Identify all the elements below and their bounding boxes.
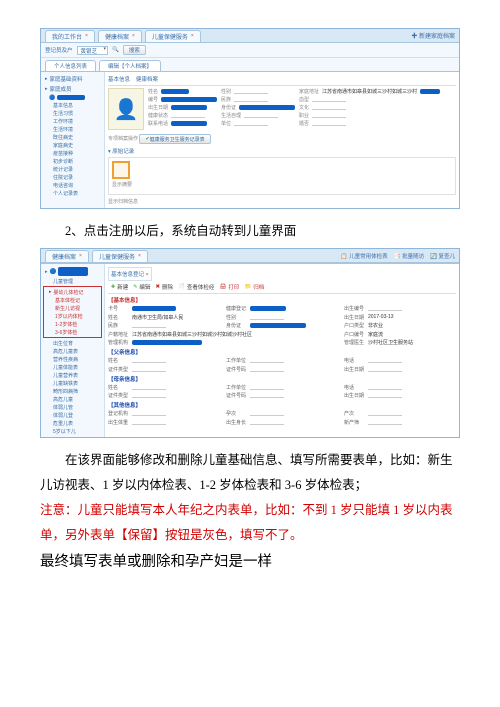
window-tabbar-2: 健康档案× 儿童保健服务× 📋 儿童常用体检表 📑 批量随访 🔄 复查儿	[41, 249, 459, 263]
orig-records-title[interactable]: ▾ 原始记录	[108, 147, 456, 155]
new-family-archive-link[interactable]: ✚ 新建家庭档案	[411, 31, 455, 40]
side-item[interactable]: 基本信息	[43, 101, 102, 109]
search-icon: 🔍	[112, 47, 119, 53]
side-item[interactable]: 家庭病史	[43, 141, 102, 149]
sec-mother: 【母亲信息】	[108, 375, 456, 383]
filter-label: 登记员及户	[45, 46, 73, 54]
tab-health-archive[interactable]: 健康档案×	[98, 30, 142, 42]
tb-archive[interactable]: 📁归档	[244, 283, 264, 291]
red-highlight-box: ▸ 婴幼儿体检记 基本体检记 新生儿访视 1岁以内体检 1-2岁体检 3-6岁体…	[43, 286, 102, 338]
side-item-red[interactable]: 1-2岁体检	[45, 320, 100, 328]
tb-new[interactable]: ✚新建	[111, 283, 128, 291]
side-item[interactable]: 高危儿童表	[43, 347, 102, 355]
tab-child-care-2[interactable]: 儿童保健服务×	[92, 250, 148, 262]
side-item[interactable]: 统计记录	[43, 165, 102, 173]
tb-edit[interactable]: ✎编辑	[133, 283, 150, 291]
side-item[interactable]: 5岁以下儿	[43, 427, 102, 435]
side-item-red[interactable]: 新生儿访视	[45, 304, 100, 312]
content-area-2: 基本信息登记 × ✚新建 ✎编辑 ✖删除 📄查看体检经 🖨打印 📁归档 【基本信…	[105, 264, 459, 437]
side-item[interactable]: 既往病史	[43, 133, 102, 141]
filter-bar: 登记员及户 黄银芝 🔍 搜索	[41, 43, 459, 58]
side-item[interactable]: 出生位育	[43, 339, 102, 347]
para-1: 在该界面能够修改和删除儿童基础信息、填写所需要表单，比如：新生儿访视表、1 岁以…	[40, 448, 460, 498]
side-item[interactable]: 生活习惯	[43, 109, 102, 117]
warning-text: 注意：儿童只能填写本人年纪之内表单，比如：不到 1 岁只能填 1 岁以内表单，另…	[40, 498, 460, 548]
side-item[interactable]: 畸形四病筛	[43, 387, 102, 395]
side-item[interactable]: 电话咨询	[43, 181, 102, 189]
screenshot-2: 健康档案× 儿童保健服务× 📋 儿童常用体检表 📑 批量随访 🔄 复查儿 🔵 儿…	[40, 248, 460, 438]
tb-delete[interactable]: ✖删除	[155, 283, 173, 291]
summary-label: 显示摘要	[112, 181, 452, 188]
tab-health-archive-2[interactable]: 健康档案×	[45, 250, 89, 262]
form-toolbar: ✚新建 ✎编辑 ✖删除 📄查看体检经 🖨打印 📁归档	[108, 281, 456, 294]
step-2-text: 2、点击注册以后，系统自动转到儿童界面	[40, 219, 460, 244]
side-item-red[interactable]: 基本体检记	[45, 296, 100, 304]
side-item[interactable]: 危重儿表	[43, 419, 102, 427]
avatar-icon	[108, 88, 144, 130]
tab-person-list[interactable]: 个人信息列表	[45, 60, 96, 71]
basic-grid: 卡号 健康登记 出生编号 姓名南通市卫生局/如皋人民 性别 出生日期2017-0…	[108, 305, 456, 346]
oper-row: 专项档案操作 ✔ 健康服务卫生服务记录表	[108, 134, 456, 144]
side-item-red[interactable]: 3-6岁体检	[45, 328, 100, 336]
content-area-1: 基本信息 健康档案 姓名 编号 出生日期 健康状态 联系电话 性别 民族 身份证…	[105, 72, 459, 208]
tab-workbench[interactable]: 我的工作台×	[45, 30, 95, 42]
side-item[interactable]: 儿童体能表	[43, 363, 102, 371]
side-item[interactable]: 体弱儿管	[43, 403, 102, 411]
action-recheck[interactable]: 🔄 复查儿	[430, 252, 455, 260]
right-actions: 📋 儿童常用体检表 📑 批量随访 🔄 复查儿	[341, 252, 455, 260]
screenshot-1: 我的工作台× 健康档案× 儿童保健服务× ✚ 新建家庭档案 登记员及户 黄银芝 …	[40, 28, 460, 209]
archive-info-label: 显示归档信息	[108, 198, 456, 205]
side-child-mgmt[interactable]: 儿童管理	[43, 277, 102, 285]
side-item[interactable]: 营养性疾病	[43, 355, 102, 363]
side-member-name[interactable]: 🔵	[43, 94, 102, 101]
mother-grid: 姓名 工作单位 电话 证件类型 证件号码 出生日期	[108, 384, 456, 400]
tab-edit-person[interactable]: 编辑【个人档案】	[99, 60, 161, 71]
side-item[interactable]: 个人记录表	[43, 189, 102, 197]
side-item[interactable]: 生活环境	[43, 125, 102, 133]
side-item[interactable]: 初步诊断	[43, 157, 102, 165]
side-item[interactable]: 儿童缺铁表	[43, 379, 102, 387]
final-text: 最终填写表单或删除和孕产妇是一样	[40, 548, 460, 577]
search-button[interactable]: 搜索	[123, 45, 146, 55]
father-grid: 姓名 工作单位 电话 证件类型 证件号码 出生日期	[108, 357, 456, 373]
inner-tabs: 个人信息列表 编辑【个人档案】	[41, 58, 459, 71]
side-item[interactable]: 高危儿童	[43, 395, 102, 403]
action-common-exam[interactable]: 📋 儿童常用体检表	[341, 252, 388, 260]
sidebar-1: 家庭基础资料 家庭成员 🔵 基本信息 生活习惯 工作环境 生活环境 既往病史 家…	[41, 72, 105, 208]
info-col-3: 家庭地址 江苏省南通市如皋县如城三沙村如城三沙村 血型 文化 职业 婚否	[299, 88, 440, 130]
sidebar-2: 🔵 儿童管理 ▸ 婴幼儿体检记 基本体检记 新生儿访视 1岁以内体检 1-2岁体…	[41, 264, 105, 437]
sec-other: 【其他信息】	[108, 401, 456, 409]
panel-tab[interactable]: 基本信息登记 ×	[108, 267, 152, 281]
tb-view[interactable]: 📄查看体检经	[178, 283, 214, 291]
side-item[interactable]: 体弱儿登	[43, 411, 102, 419]
side-item[interactable]: 疫苗接种	[43, 149, 102, 157]
side-item[interactable]: 工作环境	[43, 117, 102, 125]
side-item[interactable]: 儿童营养表	[43, 371, 102, 379]
side-group-family[interactable]: 家庭基础资料	[43, 74, 102, 84]
side-item[interactable]: 住院记录	[43, 173, 102, 181]
summary-icon[interactable]	[112, 161, 130, 179]
tb-print[interactable]: 🖨打印	[219, 283, 239, 291]
tab-child-care[interactable]: 儿童保健服务×	[145, 30, 201, 42]
window-tabbar: 我的工作台× 健康档案× 儿童保健服务× ✚ 新建家庭档案	[41, 29, 459, 43]
oper-button[interactable]: ✔ 健康服务卫生服务记录表	[139, 134, 210, 144]
side-item-red[interactable]: 1岁以内体检	[45, 312, 100, 320]
filter-select[interactable]: 黄银芝	[77, 46, 109, 55]
sec-father: 【父亲信息】	[108, 348, 456, 356]
other-grid: 登记机构 孕次 产次 出生体重 出生身长 新产筛	[108, 410, 456, 426]
side-group-infant[interactable]: ▸ 婴幼儿体检记	[45, 288, 100, 296]
info-col-1: 姓名 编号 出生日期 健康状态 联系电话	[148, 88, 217, 130]
hdr-archive: 健康档案	[136, 75, 158, 83]
side-group-members[interactable]: 家庭成员	[43, 84, 102, 94]
info-col-2: 性别 民族 身份证 生活自理 单位	[221, 88, 295, 130]
sec-basic: 【基本信息】	[108, 296, 456, 304]
hdr-basic: 基本信息	[108, 75, 130, 83]
action-batch-followup[interactable]: 📑 批量随访	[394, 252, 424, 260]
side-child-name[interactable]: 🔵	[43, 266, 102, 277]
